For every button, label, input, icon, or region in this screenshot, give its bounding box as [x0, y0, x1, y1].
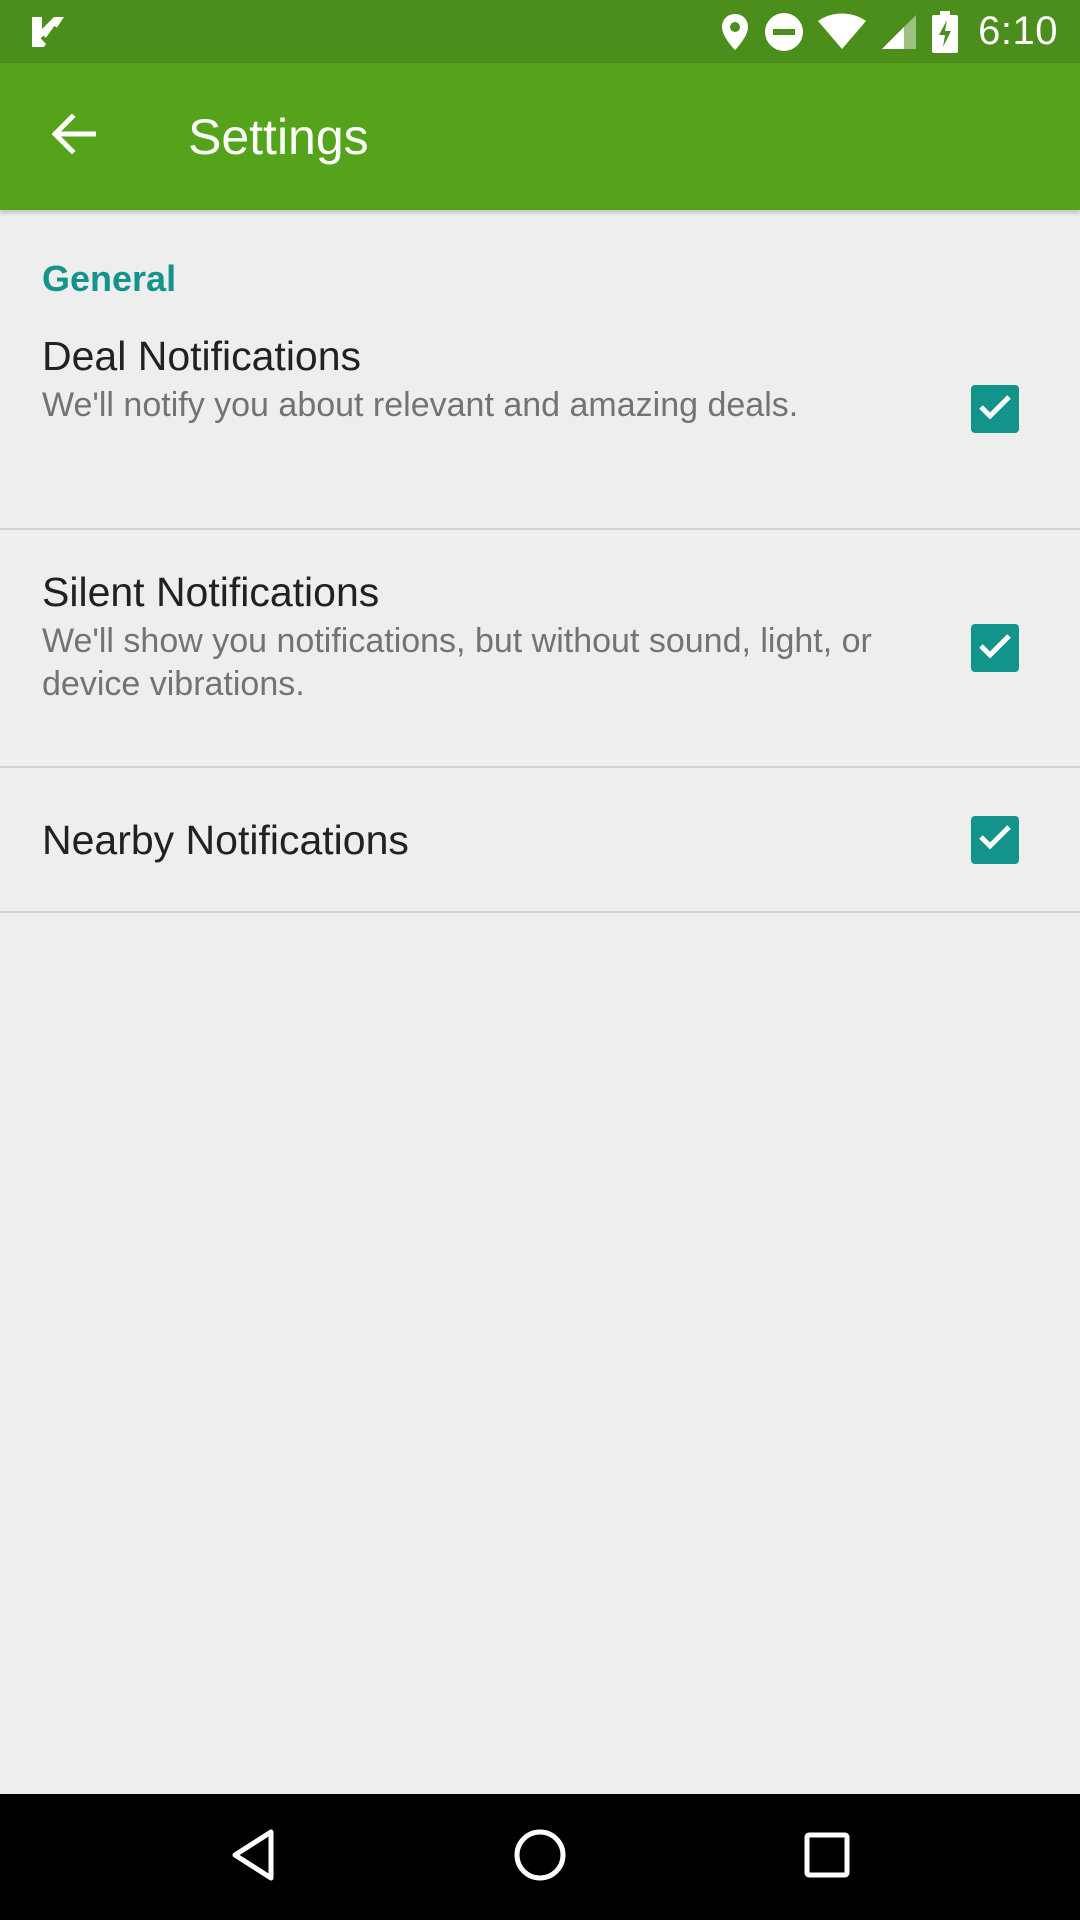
silent-notifications-checkbox[interactable] — [971, 624, 1019, 672]
back-triangle-icon — [229, 1828, 277, 1887]
nav-recents-button[interactable] — [782, 1812, 872, 1902]
pref-nearby-notifications[interactable]: Nearby Notifications — [0, 768, 1080, 913]
pref-title: Nearby Notifications — [42, 817, 409, 863]
status-bar: 6:10 — [0, 0, 1080, 63]
deal-notifications-checkbox[interactable] — [971, 385, 1019, 433]
wifi-icon — [818, 13, 867, 51]
pref-title: Silent Notifications — [42, 569, 380, 615]
nearby-notifications-checkbox[interactable] — [971, 815, 1019, 864]
system-nav-bar — [0, 1794, 1080, 1920]
app-bar: Settings — [0, 63, 1080, 210]
nav-back-button[interactable] — [208, 1812, 298, 1902]
pref-text: Nearby Notifications — [0, 768, 1080, 866]
nav-home-button[interactable] — [495, 1812, 585, 1902]
section-header-general: General — [42, 258, 177, 299]
pref-text: Silent Notifications We'll show you noti… — [0, 530, 1080, 706]
recents-square-icon — [803, 1831, 851, 1884]
home-circle-icon — [513, 1828, 567, 1887]
status-left — [30, 15, 66, 49]
arrow-back-icon — [51, 113, 97, 159]
checkmark-icon — [978, 393, 1012, 426]
status-right: 6:10 — [720, 9, 1058, 54]
pref-silent-notifications[interactable]: Silent Notifications We'll show you noti… — [0, 530, 1080, 768]
pref-summary: We'll show you notifications, but withou… — [42, 622, 872, 703]
settings-list: General Deal Notifications We'll notify … — [0, 210, 1080, 913]
do-not-disturb-icon — [764, 12, 804, 52]
pref-summary: We'll notify you about relevant and amaz… — [42, 386, 799, 424]
checkmark-icon — [978, 823, 1012, 856]
pref-text: Deal Notifications We'll notify you abou… — [0, 330, 1080, 427]
page-title: Settings — [188, 108, 369, 165]
location-icon — [720, 12, 750, 52]
cell-signal-icon — [880, 13, 918, 51]
status-time: 6:10 — [978, 9, 1058, 53]
app-notification-icon — [30, 15, 66, 49]
checkmark-icon — [978, 632, 1012, 665]
pref-title: Deal Notifications — [42, 333, 362, 379]
battery-charging-icon — [932, 10, 959, 53]
pref-deal-notifications[interactable]: Deal Notifications We'll notify you abou… — [0, 330, 1080, 530]
back-button[interactable] — [38, 101, 110, 173]
